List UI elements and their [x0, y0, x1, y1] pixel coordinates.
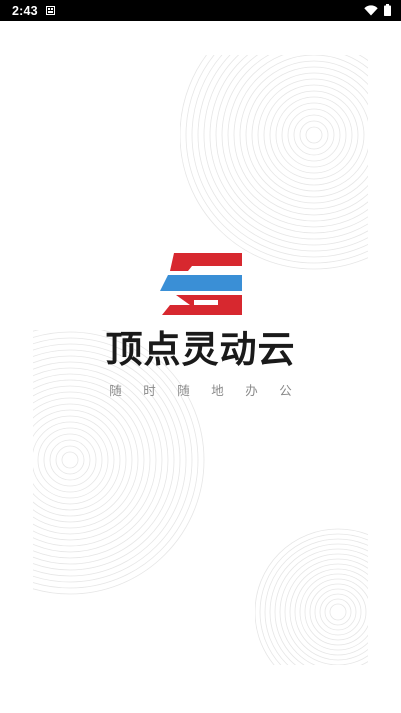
decorative-ring	[299, 120, 329, 150]
slogan-char: 时	[143, 383, 156, 398]
decorative-ring	[215, 55, 368, 234]
decorative-ring	[180, 55, 368, 270]
decorative-ring	[314, 588, 362, 636]
decorative-ring	[259, 533, 368, 665]
slogan-char: 地	[211, 383, 224, 398]
decorative-ring	[309, 583, 367, 641]
decorative-ring	[257, 78, 368, 192]
decorative-ring	[269, 90, 359, 180]
app-name: 顶点灵动云	[105, 328, 296, 371]
decorative-ring	[33, 397, 133, 523]
slogan-char: 办	[245, 383, 258, 398]
slogan-char: 随	[109, 383, 122, 398]
decorative-ring	[255, 528, 368, 665]
decorative-ring	[294, 568, 368, 656]
slogan-char: 随	[177, 383, 190, 398]
decorative-ring	[33, 385, 145, 535]
decorative-ring	[281, 102, 347, 168]
decorative-ring	[305, 126, 323, 144]
decorative-ring	[33, 421, 109, 499]
slogan: 随 时 随 地 办 公	[0, 382, 401, 400]
decorative-ring	[279, 553, 368, 665]
slogan-char: 公	[279, 383, 292, 398]
decorative-ring	[284, 558, 368, 665]
decorative-ring	[289, 563, 368, 661]
decorative-ring	[239, 60, 368, 210]
ding-dian-logo-icon	[160, 253, 242, 315]
decorative-ring	[33, 343, 187, 577]
decorative-ring	[324, 598, 352, 626]
decorative-ring	[287, 108, 341, 162]
decorative-ring	[33, 391, 139, 529]
decorative-ring	[43, 433, 97, 487]
decorative-ring	[227, 55, 368, 222]
decorative-ring	[197, 55, 368, 252]
decorative-ring	[274, 548, 368, 665]
decorative-ring	[251, 72, 368, 198]
decorative-ring	[191, 55, 368, 258]
decorative-ring	[33, 409, 121, 511]
decorative-ring	[275, 96, 353, 174]
decorative-ring	[263, 84, 365, 186]
decorative-ring	[203, 55, 368, 246]
decorative-ring	[329, 603, 347, 621]
decorative-ring	[61, 451, 79, 469]
decorative-ring	[299, 573, 368, 651]
decorative-ring	[245, 66, 368, 204]
decorative-ring	[33, 415, 115, 505]
decorative-ring	[221, 55, 368, 228]
decorative-ring	[33, 403, 127, 517]
decorative-ring	[55, 445, 85, 475]
decorative-ring	[37, 427, 103, 493]
decorative-ring	[209, 55, 368, 240]
